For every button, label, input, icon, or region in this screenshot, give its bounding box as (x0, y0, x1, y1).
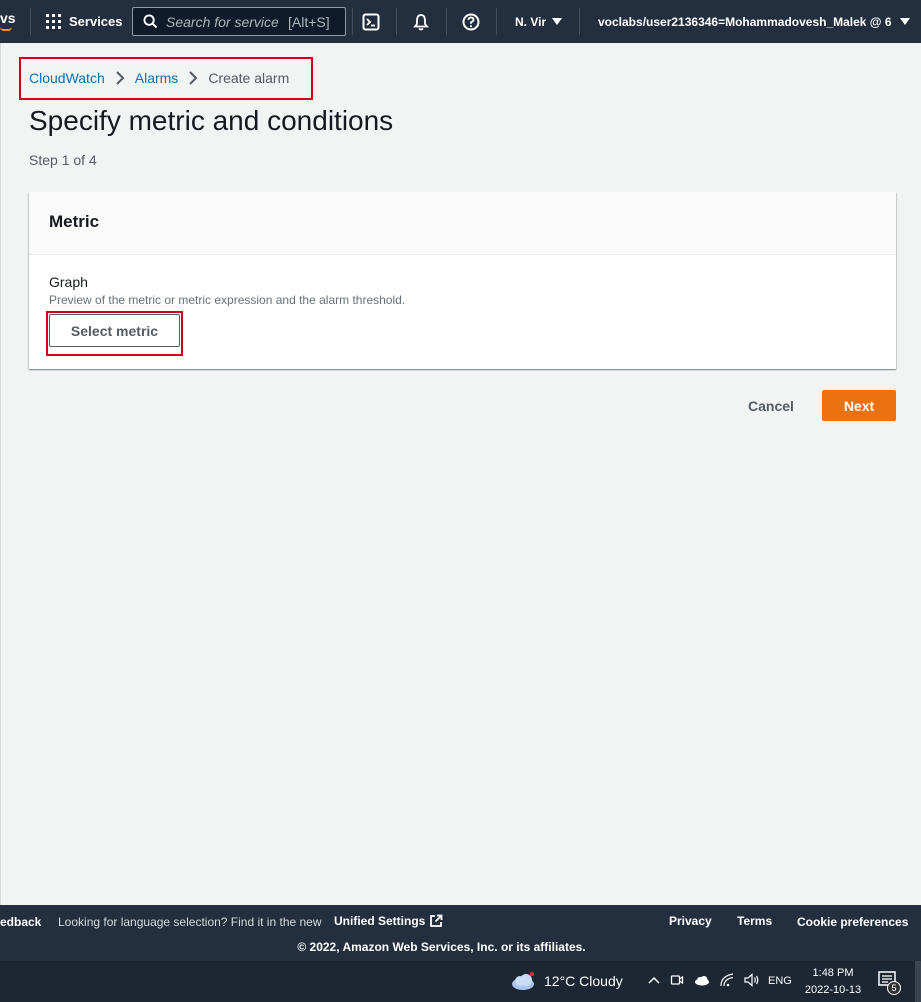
caret-down-icon (552, 18, 563, 25)
step-indicator: Step 1 of 4 (29, 152, 97, 168)
nav-divider (396, 8, 397, 35)
weather-widget[interactable]: 12°C Cloudy (510, 971, 623, 991)
copyright-text: © 2022, Amazon Web Services, Inc. or its… (297, 940, 586, 954)
window-edge (915, 961, 921, 1002)
cloudshell-icon[interactable] (361, 12, 381, 32)
page-title: Specify metric and conditions (29, 105, 394, 136)
search-input[interactable]: Search for services [Alt+S] (132, 7, 346, 36)
graph-description: Preview of the metric or metric expressi… (49, 293, 406, 307)
onedrive-icon[interactable] (694, 974, 710, 986)
aws-smile-icon (0, 27, 12, 31)
main-content: CloudWatch Alarms Create alarm Specify m… (0, 43, 921, 905)
services-menu-button[interactable]: Services (46, 0, 123, 43)
nav-divider (446, 8, 447, 35)
input-language[interactable]: ENG (768, 975, 792, 987)
clock[interactable]: 1:48 PM 2022-10-13 (800, 965, 866, 999)
breadcrumb-current: Create alarm (208, 70, 290, 86)
external-link-icon (430, 914, 443, 927)
nav-divider (352, 8, 353, 35)
nav-divider (579, 8, 580, 35)
next-button[interactable]: Next (822, 390, 896, 421)
wifi-icon[interactable] (720, 973, 734, 987)
bell-icon[interactable] (411, 12, 431, 32)
metric-panel-header: Metric (29, 192, 896, 255)
metric-panel: Metric Graph Preview of the metric or me… (29, 192, 896, 369)
unified-settings-link[interactable]: Unified Settings (334, 914, 443, 928)
unified-settings-label: Unified Settings (334, 914, 426, 928)
cancel-button[interactable]: Cancel (738, 390, 804, 421)
terms-link[interactable]: Terms (737, 914, 772, 928)
select-metric-button[interactable]: Select metric (49, 314, 180, 347)
console-footer: edback Looking for language selection? F… (0, 905, 921, 961)
region-label: N. Vir (515, 14, 547, 29)
volume-icon[interactable] (744, 973, 760, 987)
notification-badge: 5 (887, 981, 901, 995)
services-label: Services (69, 14, 123, 29)
account-label: voclabs/user2136346=Mohammadovesh_Malek … (598, 14, 892, 29)
cookie-preferences-link[interactable]: Cookie preferences (797, 915, 908, 929)
nav-divider (496, 8, 497, 35)
search-icon (143, 14, 158, 29)
privacy-link[interactable]: Privacy (669, 914, 712, 928)
meet-now-icon[interactable] (670, 973, 684, 987)
chevron-right-icon (109, 69, 131, 87)
clock-date: 2022-10-13 (804, 984, 862, 996)
search-shortcut: [Alt+S] (288, 13, 330, 30)
breadcrumb-alarms-link[interactable]: Alarms (135, 70, 179, 86)
system-tray (648, 973, 760, 987)
caret-down-icon (899, 18, 910, 25)
help-icon[interactable] (461, 12, 481, 32)
region-selector[interactable]: N. Vir (515, 0, 563, 43)
top-navigation: vs Services Search for services [Alt+S] … (0, 0, 921, 43)
search-placeholder: Search for services (166, 13, 278, 30)
aws-logo[interactable]: vs (0, 10, 16, 31)
language-notice: Looking for language selection? Find it … (58, 915, 322, 929)
nav-divider (30, 8, 31, 35)
breadcrumb: CloudWatch Alarms Create alarm (29, 69, 289, 87)
breadcrumb-cloudwatch-link[interactable]: CloudWatch (29, 70, 105, 86)
grid-icon (46, 14, 61, 29)
cloud-icon (512, 972, 534, 990)
chevron-up-icon[interactable] (648, 975, 660, 985)
clock-time: 1:48 PM (812, 967, 854, 979)
aws-logo-text: vs (0, 10, 16, 26)
windows-taskbar: 12°C Cloudy ENG 1:48 PM 2022-10-13 5 (0, 961, 921, 1002)
feedback-link[interactable]: edback (0, 915, 41, 929)
chevron-right-icon (182, 69, 204, 87)
graph-label: Graph (49, 274, 88, 290)
weather-text: 12°C Cloudy (544, 973, 623, 989)
account-menu[interactable]: voclabs/user2136346=Mohammadovesh_Malek … (598, 0, 910, 43)
